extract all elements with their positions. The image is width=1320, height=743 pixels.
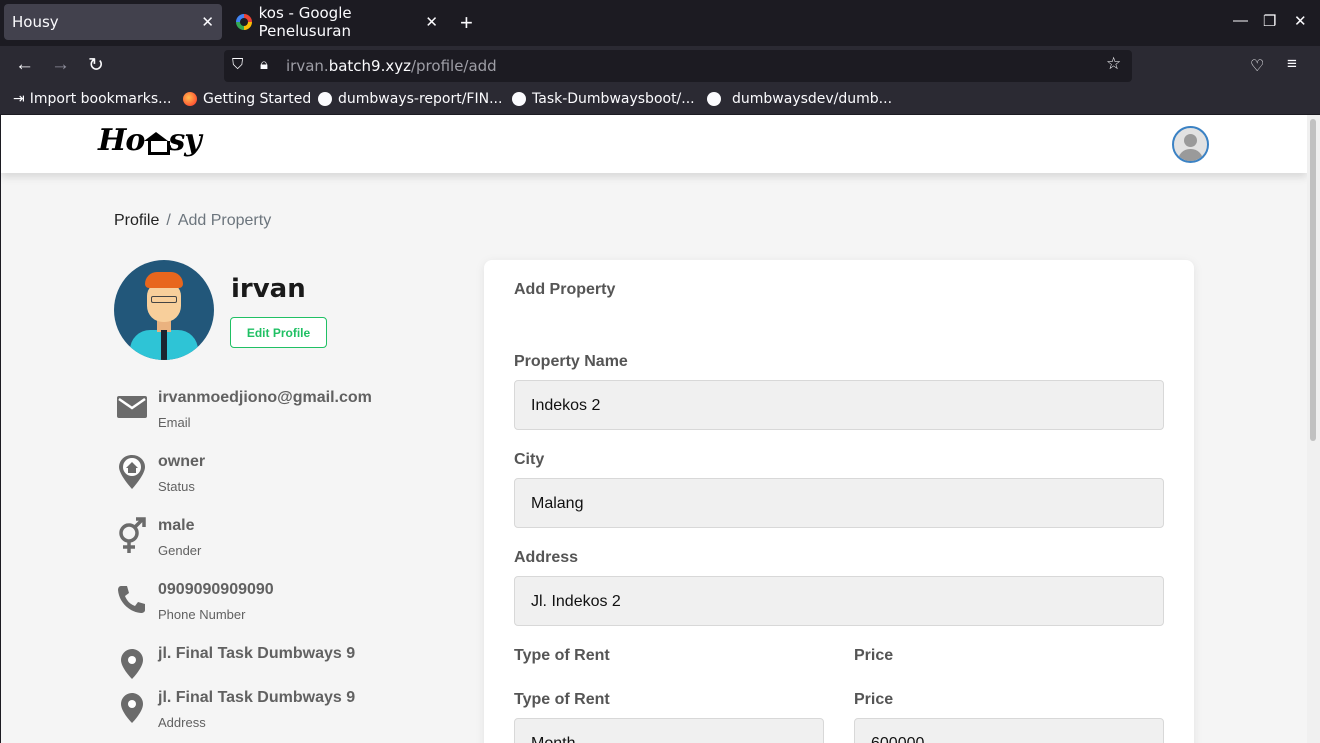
- info-value: jl. Final Task Dumbways 9: [158, 645, 356, 662]
- housy-logo[interactable]: Ho sy: [98, 123, 202, 158]
- close-tab-icon[interactable]: ✕: [201, 13, 214, 31]
- forward-icon[interactable]: →: [51, 54, 70, 76]
- back-icon[interactable]: ←: [15, 54, 34, 76]
- bookmark-import[interactable]: ⇥ Import bookmarks...: [13, 91, 172, 107]
- tab-housy[interactable]: Housy ✕: [4, 4, 222, 40]
- city-input[interactable]: Malang: [514, 478, 1164, 528]
- tab-google-search[interactable]: kos - Google Penelusuran ✕: [228, 4, 444, 40]
- lock-icon[interactable]: 🔒︎: [260, 56, 268, 73]
- minimize-icon[interactable]: —: [1233, 12, 1248, 29]
- menu-icon[interactable]: ≡: [1287, 54, 1297, 74]
- page-scrollbar[interactable]: [1307, 115, 1320, 743]
- url-bar[interactable]: ⛉ 🔒︎ irvan.batch9.xyz/profile/add ☆: [224, 50, 1132, 82]
- avatar-glasses: [151, 296, 177, 303]
- breadcrumb-profile[interactable]: Profile: [114, 212, 159, 229]
- url-text[interactable]: irvan.batch9.xyz/profile/add: [286, 57, 497, 75]
- new-tab-icon[interactable]: +: [460, 10, 473, 36]
- bookmark-task-dumbwaysboot[interactable]: Task-Dumbwaysboot/...: [512, 91, 695, 107]
- price-heading: Price: [854, 647, 894, 664]
- info-location: jl. Final Task Dumbways 9: [114, 645, 434, 695]
- import-icon: ⇥: [13, 91, 25, 107]
- profile-avatar: [114, 260, 214, 360]
- form-title: Add Property: [514, 281, 616, 298]
- profile-name: irvan: [231, 274, 306, 304]
- bookmark-label: Import bookmarks...: [29, 91, 172, 107]
- pocket-icon[interactable]: ♡: [1250, 56, 1264, 76]
- property-name-label: Property Name: [514, 353, 628, 370]
- info-value: male: [158, 517, 195, 534]
- info-value: irvanmoedjiono@gmail.com: [158, 389, 372, 406]
- bookmark-star-icon[interactable]: ☆: [1106, 54, 1121, 74]
- info-address: jl. Final Task Dumbways 9 Address: [114, 689, 434, 739]
- breadcrumb-separator: /: [166, 212, 171, 229]
- github-icon: [707, 92, 721, 106]
- shield-icon[interactable]: ⛉: [232, 56, 243, 73]
- reload-icon[interactable]: ↻: [88, 54, 104, 77]
- info-label: Address: [158, 715, 206, 730]
- info-status: owner Status: [114, 453, 434, 503]
- bookmark-label: Getting Started: [203, 91, 312, 107]
- firefox-icon: [183, 92, 197, 106]
- avatar-head: [1184, 134, 1197, 147]
- property-name-input[interactable]: Indekos 2: [514, 380, 1164, 430]
- github-icon: [318, 92, 332, 106]
- avatar-tie: [161, 330, 167, 360]
- bookmark-dumbways-report[interactable]: dumbways-report/FIN...: [318, 91, 502, 107]
- address-input[interactable]: Jl. Indekos 2: [514, 576, 1164, 626]
- info-value: jl. Final Task Dumbways 9: [158, 689, 356, 706]
- phone-icon: [118, 586, 145, 613]
- github-icon: [512, 92, 526, 106]
- edit-profile-button[interactable]: Edit Profile: [230, 317, 327, 348]
- price-input[interactable]: 600000: [854, 718, 1164, 743]
- info-gender: male Gender: [114, 517, 434, 567]
- info-value: owner: [158, 453, 206, 470]
- info-label: Phone Number: [158, 607, 246, 622]
- browser-tab-bar: Housy ✕ kos - Google Penelusuran ✕ + — ❐…: [0, 0, 1320, 46]
- logo-text-right: sy: [168, 123, 201, 158]
- type-of-rent-heading: Type of Rent: [514, 647, 610, 664]
- add-property-card: Add Property Property Name Indekos 2 Cit…: [484, 260, 1194, 743]
- page-content: Ho sy Profile / Add Property irvan Edit Pro…: [1, 115, 1307, 743]
- close-tab-icon[interactable]: ✕: [425, 13, 438, 31]
- app-header: Ho sy: [1, 115, 1307, 173]
- breadcrumb: Profile / Add Property: [114, 212, 271, 230]
- bookmark-dumbwaysdev[interactable]: dumbwaysdev/dumb...: [707, 91, 892, 107]
- tab-title: kos - Google Penelusuran: [258, 4, 352, 40]
- google-icon: [236, 14, 252, 30]
- logo-text-left: Ho: [98, 123, 145, 158]
- home-pin-icon: [119, 455, 145, 489]
- bookmark-label: dumbways-report/FIN...: [338, 91, 503, 107]
- bookmark-label: dumbwaysdev/dumb...: [732, 91, 893, 107]
- breadcrumb-current: Add Property: [177, 212, 272, 229]
- close-window-icon[interactable]: ✕: [1294, 12, 1307, 30]
- house-icon: [143, 132, 171, 155]
- restore-icon[interactable]: ❐: [1263, 12, 1276, 30]
- info-label: Gender: [158, 543, 202, 558]
- info-value: 0909090909090: [158, 581, 274, 598]
- info-label: Email: [158, 415, 191, 430]
- city-label: City: [514, 451, 545, 468]
- price-label: Price: [854, 691, 894, 708]
- avatar-hair: [145, 272, 183, 288]
- user-avatar[interactable]: [1172, 126, 1209, 163]
- avatar-body: [1178, 149, 1203, 161]
- info-email: irvanmoedjiono@gmail.com Email: [114, 389, 434, 439]
- info-phone: 0909090909090 Phone Number: [114, 581, 434, 631]
- scrollbar-thumb[interactable]: [1310, 119, 1316, 441]
- mail-icon: [117, 396, 147, 418]
- bookmark-getting-started[interactable]: Getting Started: [183, 91, 311, 107]
- bookmark-label: Task-Dumbwaysboot/...: [532, 91, 695, 107]
- type-of-rent-label: Type of Rent: [514, 691, 610, 708]
- location-pin-icon: [121, 693, 143, 723]
- info-label: Status: [158, 479, 195, 494]
- tab-title: Housy: [12, 13, 59, 31]
- address-label: Address: [514, 549, 579, 566]
- browser-nav-bar: ← → ↻ ⛉ 🔒︎ irvan.batch9.xyz/profile/add …: [0, 46, 1320, 86]
- gender-icon: [119, 517, 146, 553]
- bookmarks-bar: ⇥ Import bookmarks... Getting Started du…: [0, 86, 1320, 114]
- location-pin-icon: [121, 649, 143, 679]
- type-of-rent-select[interactable]: Month: [514, 718, 824, 743]
